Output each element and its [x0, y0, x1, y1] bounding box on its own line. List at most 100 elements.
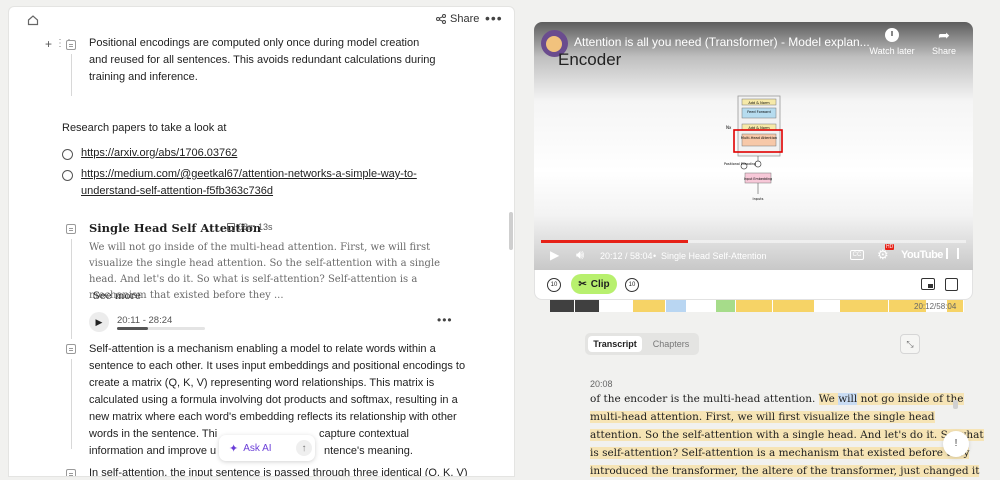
document-panel: Share ••• + ⋮⋮ Positional encodings are …: [8, 6, 515, 477]
watch-later-button[interactable]: Watch later: [867, 28, 917, 56]
diagram-multi-head: Multi-Head Attention: [741, 136, 777, 140]
volume-icon[interactable]: 🔊︎: [576, 247, 584, 263]
clip-progress-fill: [117, 327, 148, 330]
diagram-add-norm-bottom: Add & Norm: [748, 126, 770, 130]
video-share-label: Share: [931, 46, 957, 56]
clip-button[interactable]: ✂ Clip: [571, 274, 617, 294]
clip-block-icon[interactable]: [66, 224, 76, 234]
chapter-segment[interactable]: [839, 300, 890, 312]
link-arxiv[interactable]: https://arxiv.org/abs/1706.03762: [81, 145, 237, 162]
chapter-segment[interactable]: [632, 300, 666, 312]
transcript-tabs: Transcript Chapters: [585, 333, 699, 355]
home-icon[interactable]: [27, 14, 39, 26]
timeline-timestamp: 20:12/58:04: [914, 302, 957, 311]
transcript-line: of the encoder is the multi-head attenti…: [590, 390, 964, 408]
slide-heading: Encoder: [558, 50, 622, 69]
diagram-feed-forward: Feed Forward: [747, 110, 771, 114]
transcript-line: multi-head attention. First, we will fir…: [590, 411, 935, 423]
chapter-segment[interactable]: [715, 300, 737, 312]
video-time: 20:12 / 58:04: [600, 251, 653, 261]
youtube-logo[interactable]: YouTube: [901, 249, 943, 261]
clip-duration: 08m 13s: [227, 222, 273, 232]
video-title[interactable]: Attention is all you need (Transformer) …: [574, 35, 870, 49]
fullscreen-icon[interactable]: [946, 248, 959, 259]
block-icon[interactable]: [66, 40, 76, 50]
doc-topbar: Share •••: [9, 7, 514, 33]
transcript-time[interactable]: 20:08: [590, 379, 613, 389]
expand-icon[interactable]: ⤡: [900, 334, 920, 354]
watch-later-label: Watch later: [869, 46, 915, 56]
see-more-link[interactable]: See more: [93, 288, 141, 305]
chapter-timeline[interactable]: [550, 300, 964, 312]
chapter-segment[interactable]: [665, 300, 687, 312]
video-share-button[interactable]: ➦ Share: [929, 28, 959, 56]
diagram-input-embedding: Input Embedding: [744, 177, 772, 181]
film-icon: [227, 223, 235, 231]
clip-more-icon[interactable]: •••: [437, 313, 453, 327]
tab-chapters[interactable]: Chapters: [645, 336, 697, 352]
transcript-text: We: [818, 393, 839, 405]
share-icon: [436, 14, 446, 24]
scissors-icon: ✂: [578, 278, 587, 290]
share-label: Share: [450, 13, 480, 25]
block-icon[interactable]: [66, 469, 76, 476]
scrollbar[interactable]: [509, 212, 513, 250]
transcript-text: of the encoder is the multi-head attenti…: [590, 393, 819, 405]
paragraph-line: new matrix where each word's embedding r…: [89, 411, 457, 423]
pip-icon[interactable]: [921, 278, 935, 290]
intro-paragraph: Positional encodings are computed only o…: [89, 37, 436, 83]
chapter-segment[interactable]: [599, 300, 633, 312]
share-button[interactable]: Share: [436, 13, 479, 25]
feedback-icon[interactable]: !: [943, 431, 969, 457]
ask-ai-label: Ask AI: [243, 442, 272, 454]
chapter-separator: •: [653, 251, 657, 261]
paragraph-line: Self-attention is a mechanism enabling a…: [89, 343, 436, 355]
clip-excerpt: We will not go inside of the multi-head …: [89, 242, 441, 301]
rewind-10-icon[interactable]: 10: [547, 278, 561, 292]
video-player[interactable]: Attention is all you need (Transformer) …: [534, 22, 973, 270]
chapter-segment[interactable]: [550, 300, 575, 312]
todo-checkbox[interactable]: [62, 149, 73, 160]
filmstrip-icon[interactable]: [945, 278, 958, 291]
diagram-add-norm-top: Add & Norm: [748, 101, 770, 105]
paragraph-line: words in the sentence. Thi: [89, 428, 218, 440]
clip-progress-track[interactable]: [117, 327, 205, 330]
rewind-label: 10: [550, 282, 558, 288]
play-icon[interactable]: ▶: [550, 248, 559, 262]
paragraph-line: information and improve u: [89, 445, 217, 457]
send-arrow-icon[interactable]: ↑: [296, 440, 312, 456]
captions-icon[interactable]: CC: [850, 250, 864, 260]
chapter-segment[interactable]: [574, 300, 600, 312]
ask-ai-button[interactable]: ✦ Ask AI ↑: [219, 435, 315, 461]
sparkle-icon: ✦: [229, 442, 239, 455]
clock-icon: [885, 28, 899, 42]
diagram-inputs: Inputs: [753, 197, 764, 201]
more-options-icon[interactable]: •••: [485, 10, 503, 26]
clip-label: Clip: [590, 278, 610, 290]
transcript-text: not go inside of the: [857, 393, 964, 405]
share-arrow-icon: ➦: [938, 27, 950, 43]
transcript-current-word: will: [838, 393, 858, 405]
play-button[interactable]: ▶: [89, 312, 109, 332]
block-divider: [71, 359, 72, 449]
add-block-icon[interactable]: +: [45, 37, 52, 51]
tab-transcript[interactable]: Transcript: [588, 336, 642, 352]
paragraph-line: sentence to each other. It uses input em…: [89, 360, 466, 372]
link-medium[interactable]: https://medium.com/@geetkal67/attention-…: [81, 166, 421, 200]
todo-checkbox[interactable]: [62, 170, 73, 181]
paragraph-line: create a matrix (Q, K, V) representing w…: [89, 377, 435, 389]
block-divider: [71, 239, 72, 339]
block-icon[interactable]: [66, 344, 76, 354]
transcript-line: introduced the transformer, the altere o…: [590, 465, 980, 477]
video-chapter-title[interactable]: Single Head Self-Attention: [661, 251, 767, 261]
forward-10-icon[interactable]: 10: [625, 278, 639, 292]
diagram-positional: Positional Encoding: [724, 162, 756, 166]
transcript-scrollbar[interactable]: [953, 400, 958, 409]
chapter-segment[interactable]: [686, 300, 716, 312]
chapter-segment[interactable]: [773, 300, 815, 312]
transcript-line: attention. So the self-attention with a …: [590, 429, 984, 441]
chapter-segment[interactable]: [736, 300, 774, 312]
chapter-segment[interactable]: [814, 300, 840, 312]
research-heading: Research papers to take a look at: [62, 122, 227, 134]
transcript-line: is self-attention? Self-attention is a m…: [590, 447, 970, 459]
